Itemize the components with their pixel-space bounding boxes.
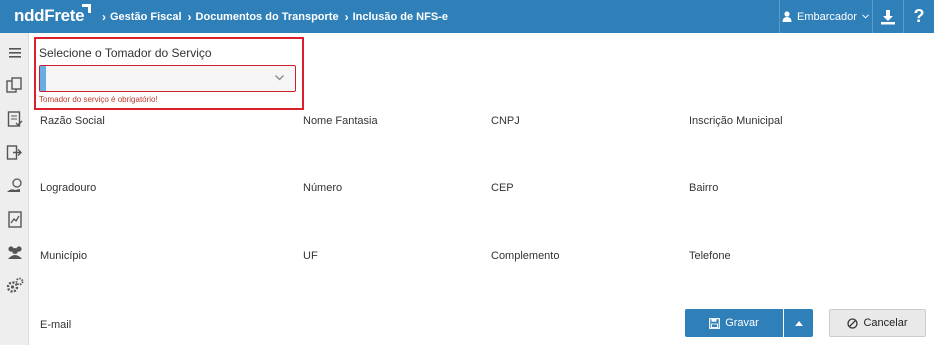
label-bairro: Bairro: [689, 182, 719, 194]
logo-mark-icon: [82, 4, 91, 13]
tomador-select[interactable]: [39, 65, 296, 92]
app-logo[interactable]: nddFrete: [14, 6, 85, 26]
breadcrumb: › Gestão Fiscal › Documentos do Transpor…: [102, 10, 448, 24]
sidebar-item-documents[interactable]: [0, 69, 29, 101]
menu-icon: [8, 48, 21, 58]
label-email: E-mail: [40, 319, 72, 331]
sidebar-toggle[interactable]: [0, 37, 29, 69]
cancel-label: Cancelar: [863, 317, 908, 329]
floppy-icon: [709, 317, 721, 329]
sidebar-item-export[interactable]: [0, 136, 29, 168]
tomador-error: Tomador do serviço é obrigatório!: [39, 95, 158, 104]
breadcrumb-item: › Inclusão de NFS-e: [344, 10, 448, 24]
report-icon: [7, 210, 22, 228]
ban-icon: [847, 317, 859, 329]
breadcrumb-item[interactable]: › Gestão Fiscal: [102, 10, 182, 24]
documents-icon: [6, 76, 22, 93]
chevron-down-icon: [275, 75, 284, 81]
label-complemento: Complemento: [491, 250, 560, 262]
breadcrumb-item[interactable]: › Documentos do Transporte: [188, 10, 339, 24]
cancel-button[interactable]: Cancelar: [829, 309, 926, 337]
sidebar: [0, 33, 29, 345]
sidebar-item-report[interactable]: [0, 203, 29, 235]
save-button[interactable]: Gravar: [685, 309, 783, 337]
help-icon: ?: [913, 6, 925, 26]
label-inscricao-municipal: Inscrição Municipal: [689, 115, 783, 127]
save-options-button[interactable]: [784, 309, 813, 337]
user-icon: [782, 11, 792, 22]
label-telefone: Telefone: [689, 250, 731, 262]
label-razao-social: Razão Social: [40, 115, 105, 127]
user-menu[interactable]: Embarcador: [779, 0, 871, 33]
settings-icon: [6, 277, 23, 293]
label-municipio: Município: [40, 250, 88, 262]
user-name: Embarcador: [797, 10, 857, 23]
users-icon: [7, 246, 22, 259]
download-icon: [881, 9, 895, 24]
caret-up-icon: [794, 320, 803, 326]
label-cep: CEP: [491, 182, 514, 194]
chevron-right-icon: ›: [344, 10, 349, 24]
top-bar: nddFrete › Gestão Fiscal › Documentos do…: [0, 0, 934, 33]
label-cnpj: CNPJ: [491, 115, 520, 127]
save-label: Gravar: [725, 317, 759, 329]
select-accent: [40, 66, 46, 91]
download-button[interactable]: [872, 0, 903, 33]
chevron-right-icon: ›: [102, 10, 106, 24]
label-nome-fantasia: Nome Fantasia: [303, 115, 378, 127]
label-logradouro: Logradouro: [40, 182, 97, 194]
help-button[interactable]: ?: [903, 0, 934, 33]
sidebar-item-settings[interactable]: [0, 269, 29, 301]
sidebar-item-checklist[interactable]: [0, 103, 29, 135]
label-numero: Número: [303, 182, 343, 194]
label-uf: UF: [303, 250, 318, 262]
payment-icon: [7, 177, 22, 192]
tomador-label: Selecione o Tomador do Serviço: [39, 46, 212, 60]
checklist-icon: [7, 110, 22, 127]
chevron-right-icon: ›: [187, 10, 192, 24]
chevron-down-icon: [862, 14, 869, 19]
sidebar-item-users[interactable]: [0, 236, 29, 268]
export-icon: [6, 144, 22, 160]
sidebar-item-payment[interactable]: [0, 170, 29, 202]
